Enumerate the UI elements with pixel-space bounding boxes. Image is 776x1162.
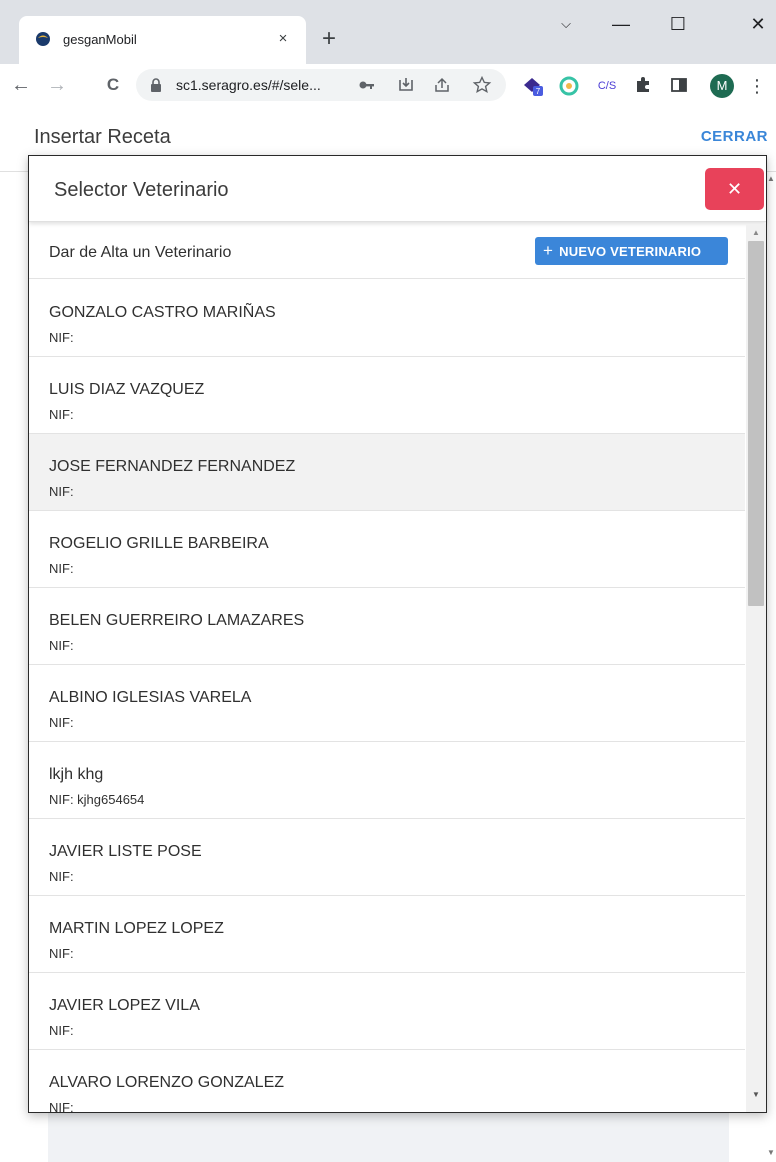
tab-close-icon[interactable]: ×	[272, 28, 294, 50]
list-item[interactable]: ROGELIO GRILLE BARBEIRA NIF:	[29, 511, 745, 588]
page-scroll-down-icon[interactable]: ▼	[767, 1148, 775, 1157]
list-item[interactable]: JAVIER LISTE POSE NIF:	[29, 819, 745, 896]
maximize-button[interactable]: ☐	[660, 10, 696, 38]
extensions-puzzle-icon[interactable]	[632, 75, 654, 97]
veterinarian-nif: NIF:	[49, 1100, 74, 1112]
add-veterinarian-row: Dar de Alta un Veterinario + NUEVO VETERI…	[29, 224, 745, 279]
list-item[interactable]: JOSE FERNANDEZ FERNANDEZ NIF:	[29, 434, 745, 511]
lock-icon	[151, 78, 161, 92]
veterinarian-nif: NIF:	[49, 330, 74, 345]
list-item[interactable]: GONZALO CASTRO MARIÑAS NIF:	[29, 280, 745, 357]
bookmark-star-icon[interactable]	[472, 75, 492, 95]
modal-scrollbar[interactable]: ▲ ▼	[746, 224, 766, 1112]
browser-tab[interactable]: gesganMobil ×	[19, 16, 306, 64]
veterinarian-nif: NIF:	[49, 561, 74, 576]
page-background-panel	[48, 1112, 729, 1162]
veterinarian-nif: NIF: kjhg654654	[49, 792, 145, 807]
color-picker-extension-icon[interactable]	[558, 75, 580, 97]
veterinarian-name: ALVARO LORENZO GONZALEZ	[49, 1074, 285, 1091]
modal-close-button[interactable]: ✕	[705, 168, 764, 210]
reload-icon[interactable]: C	[100, 72, 126, 98]
share-icon[interactable]	[432, 75, 452, 95]
selector-veterinario-modal: Selector Veterinario ✕ Dar de Alta un Ve…	[28, 155, 767, 1113]
veterinarian-name: JAVIER LOPEZ VILA	[49, 997, 200, 1014]
cerrar-button[interactable]: CERRAR	[701, 128, 768, 145]
modal-header: Selector Veterinario ✕	[29, 156, 766, 222]
url-text: sc1.seragro.es/#/sele...	[176, 77, 321, 93]
key-icon[interactable]	[357, 75, 377, 95]
veterinarian-name: ALBINO IGLESIAS VARELA	[49, 689, 252, 706]
veterinarian-list: GONZALO CASTRO MARIÑAS NIF: LUIS DIAZ VA…	[29, 280, 745, 1112]
list-item[interactable]: ALVARO LORENZO GONZALEZ NIF:	[29, 1050, 745, 1112]
back-icon[interactable]: ←	[8, 72, 34, 98]
browser-toolbar: ← → C sc1.seragro.es/#/sele... 7 C/S M ⋮	[0, 64, 776, 106]
page-scroll-up-icon[interactable]: ▲	[767, 174, 775, 183]
new-veterinarian-button[interactable]: + NUEVO VETERINARIO	[535, 237, 728, 265]
veterinarian-nif: NIF:	[49, 407, 74, 422]
tab-strip: gesganMobil × + ⌵ — ☐ ✕	[0, 0, 776, 64]
veterinarian-name: JOSE FERNANDEZ FERNANDEZ	[49, 458, 296, 475]
veterinarian-nif: NIF:	[49, 946, 74, 961]
modal-title: Selector Veterinario	[54, 179, 229, 201]
veterinarian-nif: NIF:	[49, 484, 74, 499]
modal-body: Dar de Alta un Veterinario + NUEVO VETERI…	[29, 224, 766, 1112]
new-veterinarian-button-label: NUEVO VETERINARIO	[559, 244, 702, 259]
tab-title: gesganMobil	[63, 32, 137, 47]
profile-avatar[interactable]: M	[710, 74, 734, 98]
add-veterinarian-label: Dar de Alta un Veterinario	[49, 244, 232, 261]
veterinarian-name: ROGELIO GRILLE BARBEIRA	[49, 535, 269, 552]
veterinarian-name: LUIS DIAZ VAZQUEZ	[49, 381, 205, 398]
veterinarian-name: GONZALO CASTRO MARIÑAS	[49, 304, 276, 321]
veterinarian-name: JAVIER LISTE POSE	[49, 843, 202, 860]
list-item[interactable]: JAVIER LOPEZ VILA NIF:	[29, 973, 745, 1050]
plus-icon: +	[543, 241, 554, 260]
tab-search-icon[interactable]: ⌵	[548, 10, 584, 38]
gesgan-favicon-icon	[36, 32, 50, 46]
browser-menu-icon[interactable]: ⋮	[746, 75, 768, 97]
minimize-button[interactable]: —	[603, 10, 639, 38]
list-item[interactable]: BELEN GUERREIRO LAMAZARES NIF:	[29, 588, 745, 665]
extension-badge-icon[interactable]: 7	[522, 75, 544, 97]
new-tab-button[interactable]: +	[316, 26, 342, 52]
list-item[interactable]: ALBINO IGLESIAS VARELA NIF:	[29, 665, 745, 742]
veterinarian-nif: NIF:	[49, 715, 74, 730]
veterinarian-name: lkjh khg	[49, 766, 104, 783]
address-bar[interactable]: sc1.seragro.es/#/sele...	[136, 69, 506, 101]
cs-extension-icon[interactable]: C/S	[596, 75, 618, 97]
veterinarian-name: MARTIN LOPEZ LOPEZ	[49, 920, 224, 937]
veterinarian-nif: NIF:	[49, 638, 74, 653]
page-title: Insertar Receta	[34, 126, 171, 148]
veterinarian-name: BELEN GUERREIRO LAMAZARES	[49, 612, 305, 629]
veterinarian-nif: NIF:	[49, 1023, 74, 1038]
veterinarian-nif: NIF:	[49, 869, 74, 884]
window-close-button[interactable]: ✕	[740, 10, 776, 38]
scrollbar-thumb[interactable]	[748, 241, 764, 606]
page-scrollbar[interactable]: ▲ ▼	[766, 172, 776, 1162]
list-item[interactable]: MARTIN LOPEZ LOPEZ NIF:	[29, 896, 745, 973]
install-app-icon[interactable]	[396, 75, 416, 95]
browser-chrome: gesganMobil × + ⌵ — ☐ ✕ ← → C sc1.seragr…	[0, 0, 776, 106]
extension-badge-count: 7	[536, 87, 541, 96]
scroll-up-icon[interactable]: ▲	[752, 228, 760, 237]
list-item[interactable]: LUIS DIAZ VAZQUEZ NIF:	[29, 357, 745, 434]
scroll-down-icon[interactable]: ▼	[752, 1090, 760, 1099]
list-item[interactable]: lkjh khg NIF: kjhg654654	[29, 742, 745, 819]
forward-icon[interactable]: →	[44, 72, 70, 98]
side-panel-icon[interactable]	[668, 75, 690, 97]
